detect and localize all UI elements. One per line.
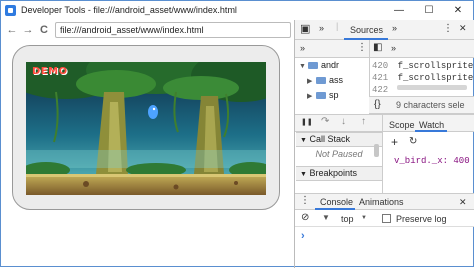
title-bar: Developer Tools - file:///android_asset/… xyxy=(1,1,473,20)
folder-icon xyxy=(316,77,326,85)
toggle-navigator-icon[interactable]: ◧ xyxy=(373,42,382,53)
code-line[interactable]: 422 xyxy=(372,85,392,95)
chevron-down-icon[interactable]: ▼ xyxy=(361,215,367,221)
clear-console-icon[interactable]: ⊘ xyxy=(301,212,309,223)
collapsed-triangle-icon: ▶ xyxy=(307,78,313,85)
editor-more-icon[interactable]: » xyxy=(391,43,396,53)
tab-watch[interactable]: Watch xyxy=(419,120,444,130)
watch-tab-indicator xyxy=(415,130,447,132)
folder-icon xyxy=(316,92,326,100)
game-screen[interactable]: DEMO xyxy=(26,62,266,195)
expand-triangle-icon: ▼ xyxy=(300,137,307,144)
code-line[interactable]: 421 f_scrollsprite xyxy=(372,73,473,83)
watch-expression[interactable]: v_bird._x: 400 xyxy=(394,156,470,166)
forward-arrow-icon[interactable]: → xyxy=(21,22,35,38)
game-scene xyxy=(26,62,266,195)
horizontal-scrollbar[interactable] xyxy=(397,85,467,90)
collapsed-triangle-icon: ▶ xyxy=(307,93,313,100)
reload-icon[interactable]: C xyxy=(37,22,51,38)
preserve-log-label: Preserve log xyxy=(396,214,447,224)
game-logo: DEMO xyxy=(32,66,68,77)
expand-triangle-icon: ▼ xyxy=(300,171,307,178)
not-paused-text: Not Paused xyxy=(315,149,363,159)
console-prompt[interactable]: › xyxy=(301,230,305,242)
drawer-close-icon[interactable]: ✕ xyxy=(459,197,467,208)
tree-row[interactable]: ▶ ass xyxy=(307,75,343,85)
pretty-print-icon[interactable]: {} xyxy=(374,99,381,110)
selection-status: 9 characters sele xyxy=(396,100,465,110)
vertical-scrollbar[interactable] xyxy=(374,144,379,157)
expand-triangle-icon: ▼ xyxy=(299,63,306,70)
window-title: Developer Tools - file:///android_asset/… xyxy=(21,5,237,15)
call-stack-header[interactable]: ▼ Call Stack xyxy=(296,132,382,147)
close-button[interactable]: ✕ xyxy=(443,1,473,20)
tab-animations[interactable]: Animations xyxy=(359,197,404,207)
tab-separator: | xyxy=(336,21,339,31)
maximize-button[interactable]: ☐ xyxy=(414,1,444,20)
preserve-log-checkbox[interactable] xyxy=(382,214,391,223)
code-line[interactable]: 420 f_scrollsprite xyxy=(372,61,473,71)
step-into-icon[interactable]: ↓ xyxy=(341,116,346,127)
more-tabs-right[interactable]: » xyxy=(392,23,397,33)
pause-icon[interactable]: ❚❚ xyxy=(301,118,313,126)
kebab-menu-icon[interactable]: ⋮ xyxy=(443,23,453,34)
tree-row[interactable]: ▼ andr xyxy=(299,60,339,70)
device-toolbar-icon[interactable]: ▣ xyxy=(300,22,310,35)
step-over-icon[interactable]: ↷ xyxy=(321,116,329,127)
breakpoints-header[interactable]: ▼ Breakpoints xyxy=(296,166,382,181)
tab-scope[interactable]: Scope xyxy=(389,120,415,130)
folder-icon xyxy=(308,62,318,70)
devtools-window: Developer Tools - file:///android_asset/… xyxy=(0,0,474,268)
more-tabs-left[interactable]: » xyxy=(319,23,324,33)
refresh-icon[interactable]: ↻ xyxy=(409,136,417,147)
filter-icon[interactable]: ▼ xyxy=(322,213,330,222)
navigator-more-icon[interactable]: » xyxy=(300,43,305,53)
add-expression-icon[interactable]: + xyxy=(391,135,398,149)
tab-console[interactable]: Console xyxy=(320,197,353,207)
chrome-app-icon xyxy=(5,5,16,16)
navigator-menu-icon[interactable]: ⋮ xyxy=(357,42,367,53)
active-tab-indicator xyxy=(344,20,388,40)
context-selector[interactable]: top xyxy=(341,214,354,224)
devtools-close-icon[interactable]: ✕ xyxy=(459,23,467,34)
url-field[interactable]: file:///android_asset/www/index.html xyxy=(55,22,291,38)
tree-row[interactable]: ▶ sp xyxy=(307,90,339,100)
drawer-menu-icon[interactable]: ⋮ xyxy=(300,195,310,206)
minimize-button[interactable]: — xyxy=(384,1,414,20)
step-out-icon[interactable]: ↑ xyxy=(361,116,366,127)
back-arrow-icon[interactable]: ← xyxy=(5,22,19,38)
editor-header xyxy=(369,40,474,58)
